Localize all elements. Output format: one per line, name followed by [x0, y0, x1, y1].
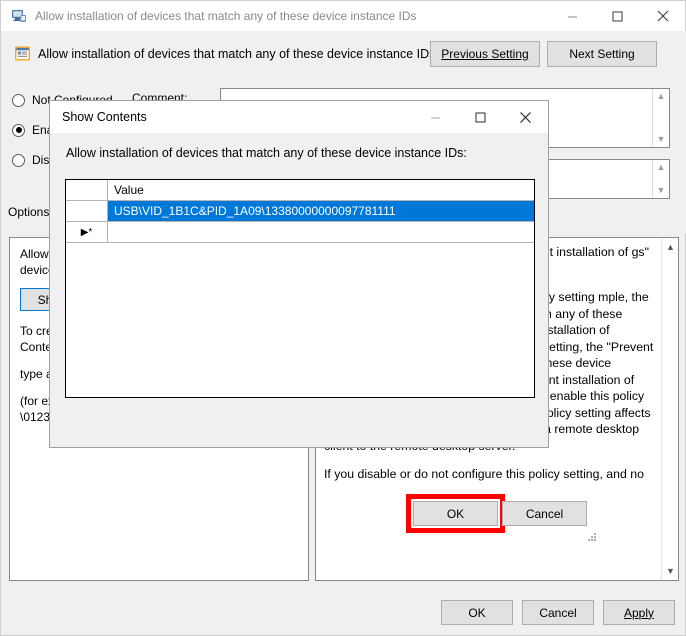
policy-window-icon [11, 8, 27, 24]
ok-button-label: OK [468, 605, 486, 620]
table-row[interactable]: USB\VID_1B1C&PID_1A09\133800000000977811… [66, 201, 534, 222]
scroll-down-icon[interactable]: ▼ [662, 566, 678, 576]
next-setting-button[interactable]: Next Setting [547, 41, 657, 67]
options-label: Options: [8, 205, 53, 219]
scroll-down-icon[interactable]: ▼ [657, 132, 666, 147]
row-selector-cell[interactable] [66, 201, 108, 221]
show-contents-dialog: Show Contents Allow installation of devi… [49, 100, 596, 541]
show-contents-title: Show Contents [62, 110, 147, 124]
previous-setting-label: Previous Setting [441, 47, 529, 61]
show-contents-label: Allow installation of devices that match… [66, 146, 467, 160]
scroll-up-icon[interactable]: ▲ [657, 89, 666, 104]
new-row-marker-icon[interactable]: ▶* [66, 222, 108, 242]
device-instance-id-value[interactable]: USB\VID_1B1C&PID_1A09\133800000000977811… [108, 201, 534, 221]
grid-header-row: Value [66, 180, 534, 201]
main-title-bar: Allow installation of devices that match… [1, 1, 685, 31]
dialog-cancel-label: Cancel [525, 506, 564, 521]
show-contents-caption-buttons [413, 102, 548, 132]
radio-not-configured-indicator [12, 93, 25, 107]
close-icon[interactable] [640, 1, 685, 31]
minimize-icon[interactable] [550, 1, 595, 31]
grid-header-value-cell: Value [114, 183, 144, 197]
help-pane-scrollbar[interactable]: ▲ ▼ [661, 238, 678, 580]
new-row-value-cell[interactable] [108, 222, 534, 242]
table-row[interactable]: ▶* [66, 222, 534, 243]
values-grid[interactable]: Value USB\VID_1B1C&PID_1A09\133800000000… [65, 179, 535, 398]
maximize-icon[interactable] [458, 102, 503, 132]
help-para-3: If you disable or do not configure this … [324, 467, 644, 481]
comment-scrollbar[interactable]: ▲ ▼ [652, 89, 669, 147]
previous-setting-button[interactable]: Previous Setting [430, 41, 540, 67]
setting-header-title: Allow installation of devices that match… [38, 47, 436, 61]
main-window-title: Allow installation of devices that match… [35, 9, 417, 23]
scroll-down-icon[interactable]: ▼ [657, 183, 666, 198]
next-setting-label: Next Setting [569, 47, 635, 61]
dialog-cancel-button[interactable]: Cancel [502, 501, 587, 526]
show-contents-title-bar: Show Contents [50, 101, 548, 133]
maximize-icon[interactable] [595, 1, 640, 31]
apply-button-label: Apply [623, 605, 655, 620]
radio-disabled-indicator [12, 153, 25, 167]
radio-enabled-indicator [12, 123, 25, 137]
ok-button[interactable]: OK [441, 600, 513, 625]
apply-button[interactable]: Apply [603, 600, 675, 625]
cancel-button-label: Cancel [539, 605, 577, 620]
dialog-ok-label: OK [446, 506, 465, 521]
close-icon[interactable] [503, 102, 548, 132]
window-caption-buttons [550, 1, 685, 31]
scroll-up-icon[interactable]: ▲ [662, 242, 678, 252]
cancel-button[interactable]: Cancel [522, 600, 594, 625]
dialog-ok-button[interactable]: OK [413, 501, 498, 526]
minimize-icon[interactable] [413, 102, 458, 132]
resize-grip-icon[interactable] [587, 532, 597, 542]
policy-setting-icon [14, 45, 32, 63]
setting-header: Allow installation of devices that match… [2, 31, 686, 79]
supported-on-scrollbar[interactable]: ▲ ▼ [652, 160, 669, 198]
scroll-up-icon[interactable]: ▲ [657, 160, 666, 175]
grid-header-selector-cell [66, 180, 108, 200]
